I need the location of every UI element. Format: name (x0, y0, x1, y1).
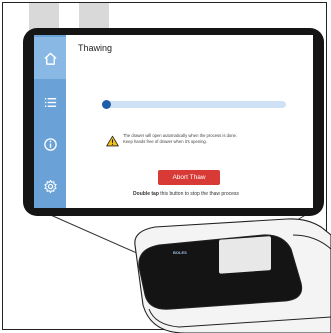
abort-thaw-button[interactable]: Abort Thaw (158, 170, 220, 185)
sidebar (34, 35, 66, 208)
device-screen: Thawing The drawer will open automatical… (34, 35, 313, 208)
hint-emphasis: Double tap (133, 191, 159, 197)
home-icon (43, 52, 57, 65)
hint-text: this button to stop the thaw process (158, 191, 239, 197)
progress-indicator (102, 100, 111, 109)
device-brand-label: BOLES (173, 250, 187, 255)
sidebar-item-info[interactable] (34, 123, 66, 165)
list-icon (44, 97, 56, 107)
thaw-progress-bar (102, 100, 286, 109)
thaw-device-illustration (134, 218, 331, 333)
sidebar-item-settings[interactable] (34, 165, 66, 207)
warning-icon (106, 135, 119, 147)
warning-message: The drawer will open automatically when … (123, 133, 308, 145)
abort-hint: Double tap this button to stop the thaw … (100, 191, 272, 197)
sidebar-item-home[interactable] (34, 37, 66, 79)
page-title: Thawing (78, 43, 113, 53)
info-icon (43, 137, 57, 151)
gear-icon (43, 179, 57, 193)
sidebar-item-list[interactable] (34, 81, 66, 123)
warning-line-2: Keep hands free of drawer when it's open… (123, 139, 207, 144)
